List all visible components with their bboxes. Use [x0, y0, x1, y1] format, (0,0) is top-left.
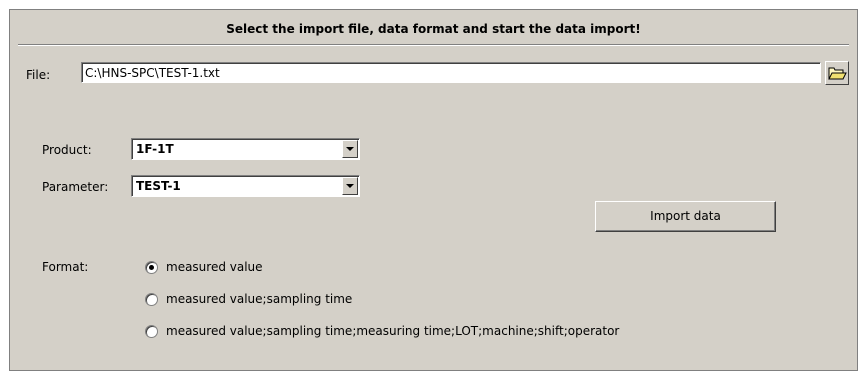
format-option-label: measured value — [166, 260, 263, 274]
parameter-selected-value: TEST-1 — [136, 179, 181, 193]
radio-button[interactable] — [145, 292, 158, 306]
format-option-label: measured value;sampling time — [166, 292, 353, 306]
browse-file-button[interactable] — [825, 61, 849, 85]
import-data-button[interactable]: Import data — [595, 201, 776, 232]
file-label: File: — [26, 68, 51, 82]
parameter-label: Parameter: — [42, 180, 109, 194]
title-separator — [18, 44, 849, 46]
import-panel: Select the import file, data format and … — [9, 9, 858, 371]
product-select[interactable]: 1F-1T — [131, 138, 360, 160]
dialog-title: Select the import file, data format and … — [226, 22, 641, 36]
format-option-measured-value[interactable]: measured value — [145, 259, 263, 275]
product-dropdown-arrow-icon[interactable] — [342, 140, 358, 158]
radio-button-checked[interactable] — [145, 260, 158, 274]
file-path-input[interactable] — [81, 62, 821, 83]
product-label: Product: — [42, 143, 92, 157]
radio-button[interactable] — [145, 324, 158, 338]
product-selected-value: 1F-1T — [136, 142, 174, 156]
folder-open-icon — [828, 67, 847, 80]
format-option-full-record[interactable]: measured value;sampling time;measuring t… — [145, 323, 619, 339]
parameter-select[interactable]: TEST-1 — [131, 175, 360, 197]
format-option-value-sampling-time[interactable]: measured value;sampling time — [145, 291, 352, 307]
format-option-label: measured value;sampling time;measuring t… — [166, 324, 620, 338]
parameter-dropdown-arrow-icon[interactable] — [342, 177, 358, 195]
format-label: Format: — [42, 260, 89, 274]
